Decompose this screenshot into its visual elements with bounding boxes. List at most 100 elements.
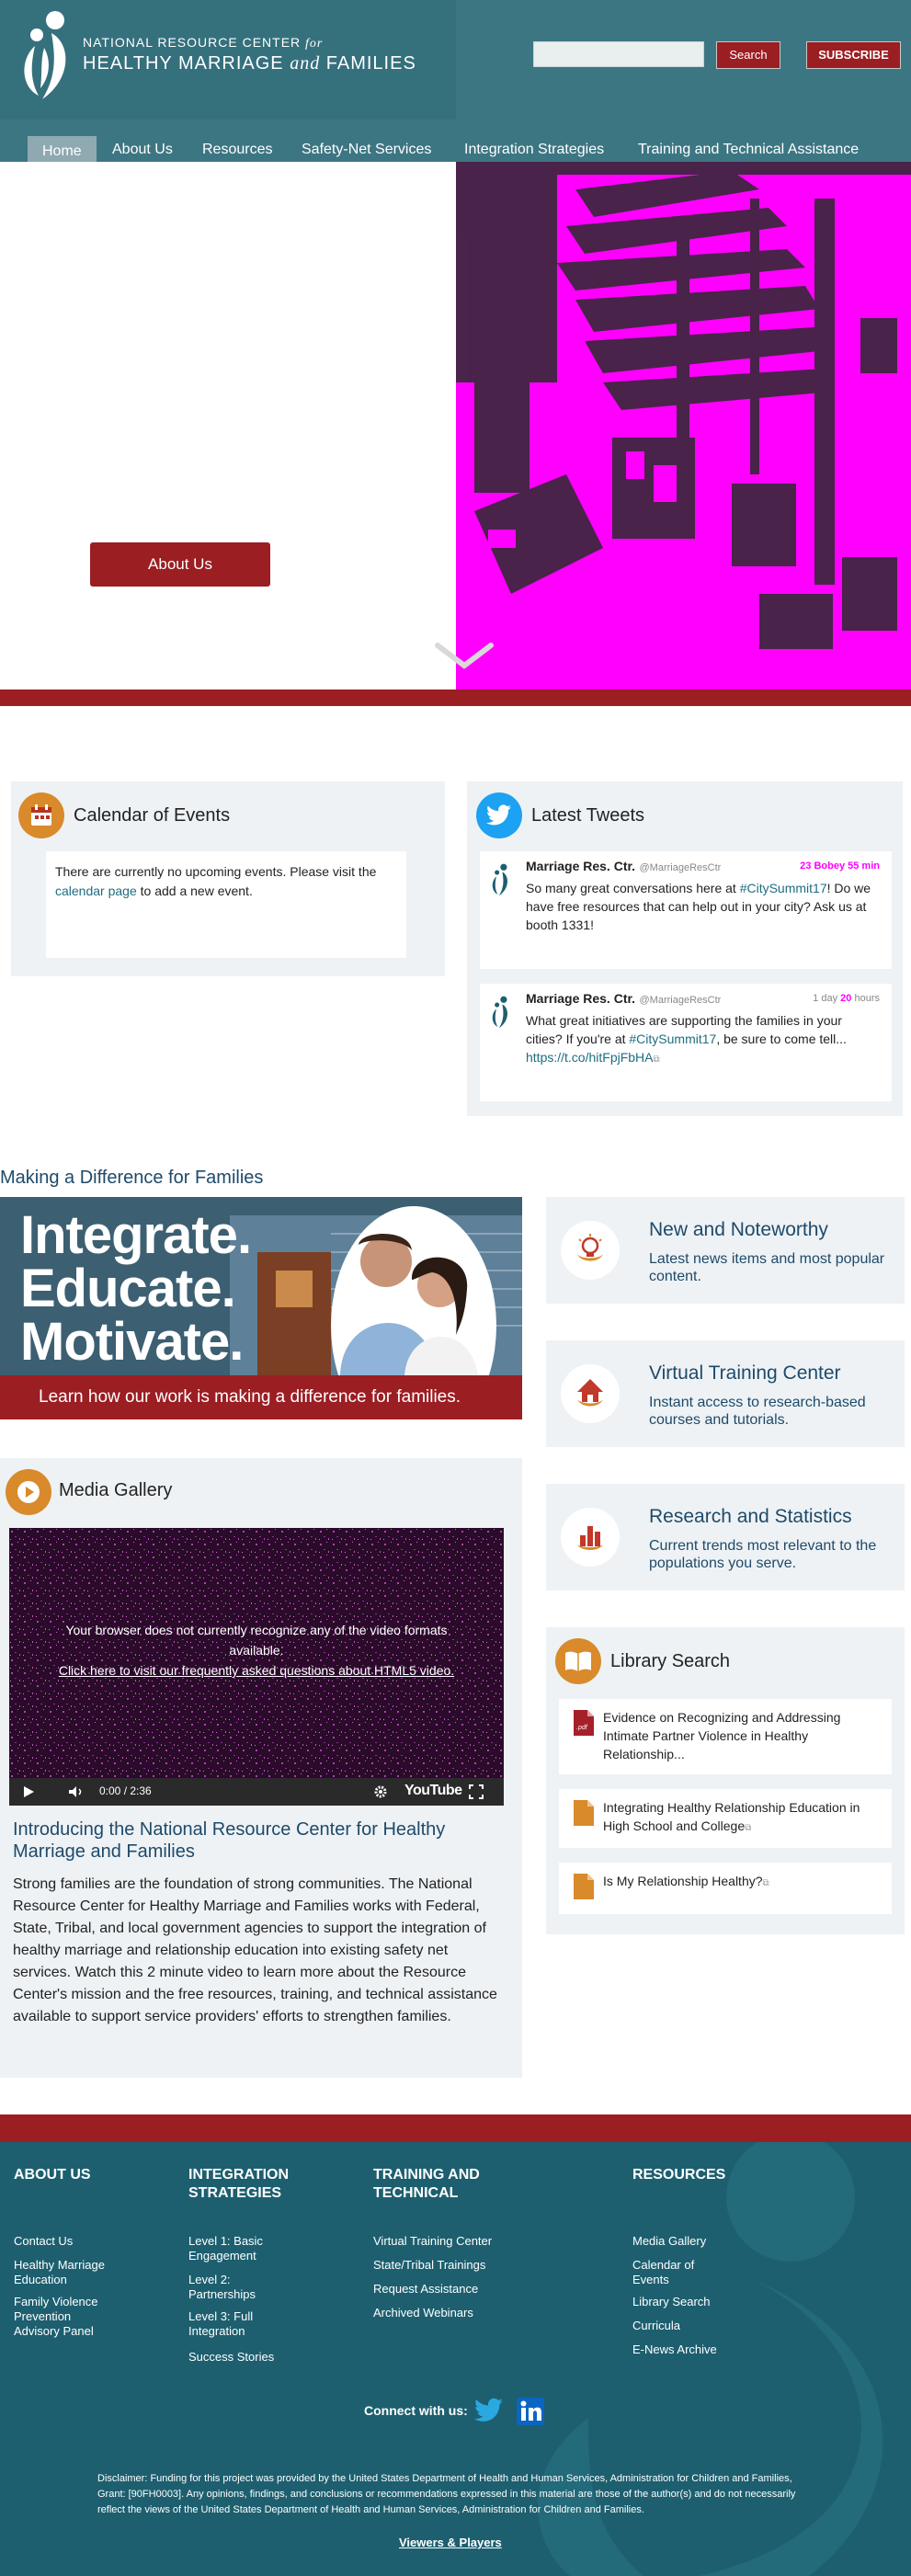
tweet-time[interactable]: 1 day 20 hours: [813, 993, 880, 1004]
feature-research-statistics[interactable]: Research and Statistics Current trends m…: [546, 1484, 905, 1590]
footer-link-level1[interactable]: Level 1: Basic Engagement: [188, 2234, 280, 2263]
video-faq-link[interactable]: Click here to visit our frequently asked…: [46, 1660, 467, 1681]
nav-safety-net-services[interactable]: Safety-Net Services: [302, 136, 431, 162]
viewers-players-link[interactable]: Viewers & Players: [399, 2536, 502, 2549]
tweet-body: So many great conversations here at #Cit…: [526, 879, 880, 934]
feature-new-noteworthy[interactable]: New and Noteworthy Latest news items and…: [546, 1197, 905, 1304]
external-link-icon: ⧉: [745, 1823, 752, 1833]
footer-link-enews[interactable]: E-News Archive: [632, 2342, 717, 2357]
tweet-handle[interactable]: @MarriageResCtr: [640, 995, 722, 1006]
calendar-text-before: There are currently no upcoming events. …: [55, 864, 377, 879]
tweet-link[interactable]: https://t.co/hitFpjFbHA: [526, 1050, 654, 1065]
video-message: Your browser does not currently recogniz…: [46, 1620, 467, 1681]
footer-integration-head: INTEGRATION STRATEGIES: [188, 2167, 290, 2201]
fullscreen-icon[interactable]: [469, 1784, 484, 1799]
site-header: NATIONAL RESOURCE CENTER for HEALTHY MAR…: [0, 0, 911, 120]
external-link-icon: ⧉: [653, 1054, 660, 1065]
tweet-time[interactable]: 23 Bobey 55 min: [800, 861, 880, 872]
banner-strip[interactable]: Learn how our work is making a differenc…: [0, 1375, 522, 1419]
logo-line2b: FAMILIES: [325, 53, 416, 74]
lightbulb-icon: [561, 1221, 620, 1280]
calendar-page-link[interactable]: calendar page: [55, 883, 137, 898]
tweet-hashtag[interactable]: #CitySummit17: [740, 881, 827, 895]
avatar[interactable]: [489, 993, 513, 1032]
difference-banner[interactable]: Integrate. Educate. Motivate. Learn how …: [0, 1197, 522, 1419]
subscribe-button[interactable]: SUBSCRIBE: [806, 41, 901, 69]
search-input[interactable]: [533, 41, 704, 67]
library-item[interactable]: Is My Relationship Healthy?⧉: [559, 1863, 892, 1914]
hero-photo-graphic: [456, 162, 911, 690]
footer-disclaimer: Disclaimer: Funding for this project was…: [97, 2473, 796, 2515]
nav-integration-strategies[interactable]: Integration Strategies: [464, 136, 604, 162]
feature-desc: Latest news items and most popular conte…: [649, 1251, 885, 1284]
footer-link-state-tribal[interactable]: State/Tribal Trainings: [373, 2258, 485, 2273]
footer-link-library[interactable]: Library Search: [632, 2295, 711, 2309]
tweet-time-suffix: hours: [854, 993, 880, 1004]
document-icon: [574, 1874, 594, 1899]
nav-resources[interactable]: Resources: [202, 136, 272, 162]
tweet-card: Marriage Res. Ctr. @MarriageResCtr 1 day…: [480, 984, 892, 1101]
difference-title: Making a Difference for Families: [0, 1168, 264, 1188]
nav-about-us[interactable]: About Us: [112, 136, 173, 162]
footer-link-success[interactable]: Success Stories: [188, 2350, 274, 2365]
settings-gear-icon[interactable]: [373, 1784, 388, 1799]
tweet-text-before: So many great conversations here at: [526, 881, 740, 895]
logo-text[interactable]: NATIONAL RESOURCE CENTER for HEALTHY MAR…: [83, 35, 416, 74]
footer-about-head: ABOUT US: [14, 2167, 91, 2183]
calendar-message: There are currently no upcoming events. …: [46, 851, 406, 958]
media-body: Strong families are the foundation of st…: [13, 1876, 497, 2024]
tweet-time-mid: 20: [840, 993, 852, 1004]
feature-title: Virtual Training Center: [649, 1362, 841, 1384]
youtube-logo[interactable]: YouTube: [404, 1783, 462, 1799]
footer-link-calendar[interactable]: Calendar of Events: [632, 2258, 706, 2287]
feature-desc: Instant access to research-based courses…: [649, 1395, 866, 1428]
calendar-icon: [18, 792, 64, 838]
feature-desc: Current trends most relevant to the popu…: [649, 1538, 877, 1571]
footer-link-webinars[interactable]: Archived Webinars: [373, 2306, 473, 2320]
tweet-author[interactable]: Marriage Res. Ctr.: [526, 859, 635, 873]
video-controls: 0:00 / 2:36 YouTube: [9, 1778, 504, 1806]
hero-image: [456, 162, 911, 690]
library-item-title[interactable]: Is My Relationship Healthy?⧉: [603, 1872, 879, 1893]
footer-link-level3[interactable]: Level 3: Full Integration: [188, 2309, 280, 2339]
banner-word-motivate: Motivate.: [20, 1312, 244, 1372]
library-item-title[interactable]: Evidence on Recognizing and Addressing I…: [603, 1708, 879, 1763]
footer-red-band: [0, 2114, 911, 2142]
footer-link-family-violence[interactable]: Family Violence Prevention Advisory Pane…: [14, 2295, 115, 2339]
footer-link-media[interactable]: Media Gallery: [632, 2234, 706, 2249]
avatar[interactable]: [489, 861, 513, 899]
footer-training-head: TRAINING AND TECHNICAL: [373, 2167, 480, 2201]
video-time: 0:00 / 2:36: [99, 1784, 152, 1797]
volume-icon[interactable]: [68, 1785, 85, 1798]
search-button[interactable]: Search: [716, 41, 780, 69]
twitter-icon[interactable]: [474, 2398, 504, 2423]
play-circle-icon: [6, 1469, 51, 1515]
footer-link-vtc[interactable]: Virtual Training Center: [373, 2234, 492, 2249]
library-item[interactable]: Integrating Healthy Relationship Educati…: [559, 1789, 892, 1848]
footer-link-curricula[interactable]: Curricula: [632, 2319, 680, 2333]
play-icon[interactable]: [22, 1785, 35, 1798]
logo-line1: NATIONAL RESOURCE CENTER: [83, 35, 302, 50]
library-item-title[interactable]: Integrating Healthy Relationship Educati…: [603, 1798, 879, 1838]
hero-about-us-button[interactable]: About Us: [90, 542, 270, 587]
footer-link-level2[interactable]: Level 2: Partnerships: [188, 2273, 280, 2302]
hero-text-area: [0, 162, 456, 690]
linkedin-icon[interactable]: [517, 2398, 544, 2425]
footer-link-healthy-marriage[interactable]: Healthy Marriage Education: [14, 2258, 124, 2287]
media-heading[interactable]: Introducing the National Resource Center…: [13, 1818, 491, 1863]
video-player[interactable]: Your browser does not currently recogniz…: [9, 1528, 504, 1806]
logo-icon[interactable]: [15, 7, 81, 103]
chevron-down-icon[interactable]: [432, 640, 496, 673]
feature-title: Research and Statistics: [649, 1506, 852, 1527]
tweet-author[interactable]: Marriage Res. Ctr.: [526, 991, 635, 1006]
feature-virtual-training[interactable]: Virtual Training Center Instant access t…: [546, 1340, 905, 1447]
footer-link-contact[interactable]: Contact Us: [14, 2234, 73, 2249]
nav-training-technical-assistance[interactable]: Training and Technical Assistance: [638, 136, 859, 162]
tweet-handle[interactable]: @MarriageResCtr: [640, 862, 722, 873]
library-item-text: Integrating Healthy Relationship Educati…: [603, 1800, 860, 1833]
calendar-panel: Calendar of Events There are currently n…: [11, 781, 445, 976]
library-item[interactable]: .pdf Evidence on Recognizing and Address…: [559, 1699, 892, 1774]
banner-word-educate: Educate.: [20, 1259, 236, 1318]
tweet-hashtag[interactable]: #CitySummit17: [629, 1032, 716, 1046]
footer-link-request[interactable]: Request Assistance: [373, 2282, 478, 2297]
